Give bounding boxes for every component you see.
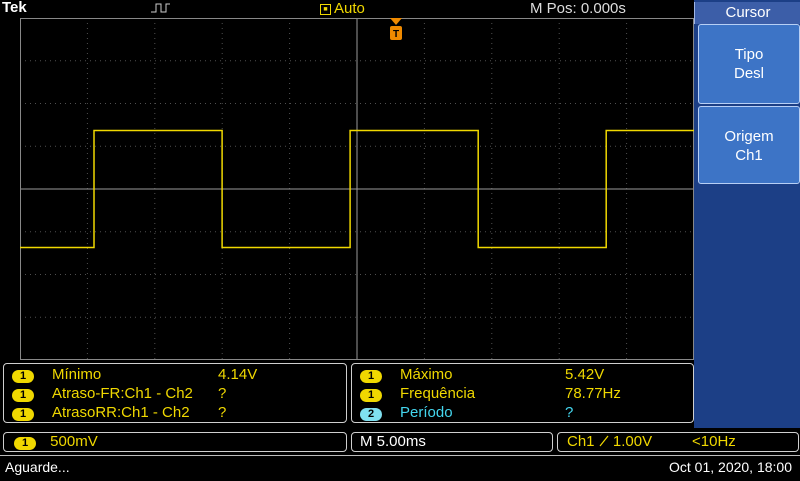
measurement-value: ? xyxy=(218,385,227,402)
channel-badge: 1 xyxy=(12,370,34,383)
ch1-scale-readout[interactable]: 1 500mV xyxy=(3,432,347,452)
channel-badge: 1 xyxy=(360,370,382,383)
date-time: Oct 01, 2020, 18:00 xyxy=(669,459,792,475)
graticule-grid xyxy=(20,18,694,360)
trigger-mode-label: Auto xyxy=(334,0,365,17)
measurement-panel-left: 1 Mínimo 4.14V 1 Atraso-FR:Ch1 - Ch2 ? 1… xyxy=(3,363,347,423)
button-value: Ch1 xyxy=(735,147,763,164)
status-message: Aguarde... xyxy=(5,459,70,475)
measurement-label: Frequência xyxy=(400,385,476,402)
trigger-frequency: <10Hz xyxy=(692,433,736,450)
brand-logo: Tek xyxy=(2,0,27,16)
measurement-label: Mínimo xyxy=(52,366,102,383)
channel-badge: 1 xyxy=(12,408,34,421)
horizontal-position: M Pos: 0.000s xyxy=(530,0,626,17)
waveform-display[interactable]: T xyxy=(20,18,694,360)
timebase-readout[interactable]: M 5.00ms xyxy=(351,432,553,452)
trigger-source: Ch1 xyxy=(567,433,595,450)
channel-badge: 2 xyxy=(360,408,382,421)
measurement-label: AtrasoRR:Ch1 - Ch2 xyxy=(52,404,190,421)
measurement-value: ? xyxy=(565,404,574,421)
button-label: Tipo xyxy=(734,46,764,63)
button-value: Desl xyxy=(733,65,764,82)
trigger-readout[interactable]: Ch1 1.00V <10Hz xyxy=(557,432,799,452)
svg-text:T: T xyxy=(393,29,399,40)
measurement-label: Máximo xyxy=(400,366,453,383)
measurement-value: 78.77Hz xyxy=(565,385,621,402)
measurement-value: 4.14V xyxy=(218,366,258,383)
cursor-type-button[interactable]: Tipo Desl xyxy=(698,24,800,104)
measurement-label: Período xyxy=(400,404,453,421)
measurement-value: 5.42V xyxy=(565,366,605,383)
channel-badge: 1 xyxy=(12,389,34,402)
acquisition-run-icon xyxy=(151,3,170,13)
trigger-square-icon: ■ xyxy=(320,3,331,15)
measurement-label: Atraso-FR:Ch1 - Ch2 xyxy=(52,385,193,402)
measurement-panel-right: 1 Máximo 5.42V 1 Frequência 78.77Hz 2 Pe… xyxy=(351,363,694,423)
trigger-level: 1.00V xyxy=(612,433,653,450)
button-label: Origem xyxy=(724,128,774,145)
rising-edge-icon xyxy=(599,435,609,447)
channel-badge: 1 xyxy=(360,389,382,402)
ch1-volts-per-div: 500mV xyxy=(50,433,98,450)
cursor-source-button[interactable]: Origem Ch1 xyxy=(698,106,800,184)
trigger-mode: ■ Auto xyxy=(320,0,365,17)
trigger-position-marker[interactable]: T xyxy=(390,18,402,40)
measurement-value: ? xyxy=(218,404,227,421)
menu-title: Cursor xyxy=(694,2,800,24)
channel-badge: 1 xyxy=(14,437,36,450)
timebase-value: M 5.00ms xyxy=(360,433,426,450)
